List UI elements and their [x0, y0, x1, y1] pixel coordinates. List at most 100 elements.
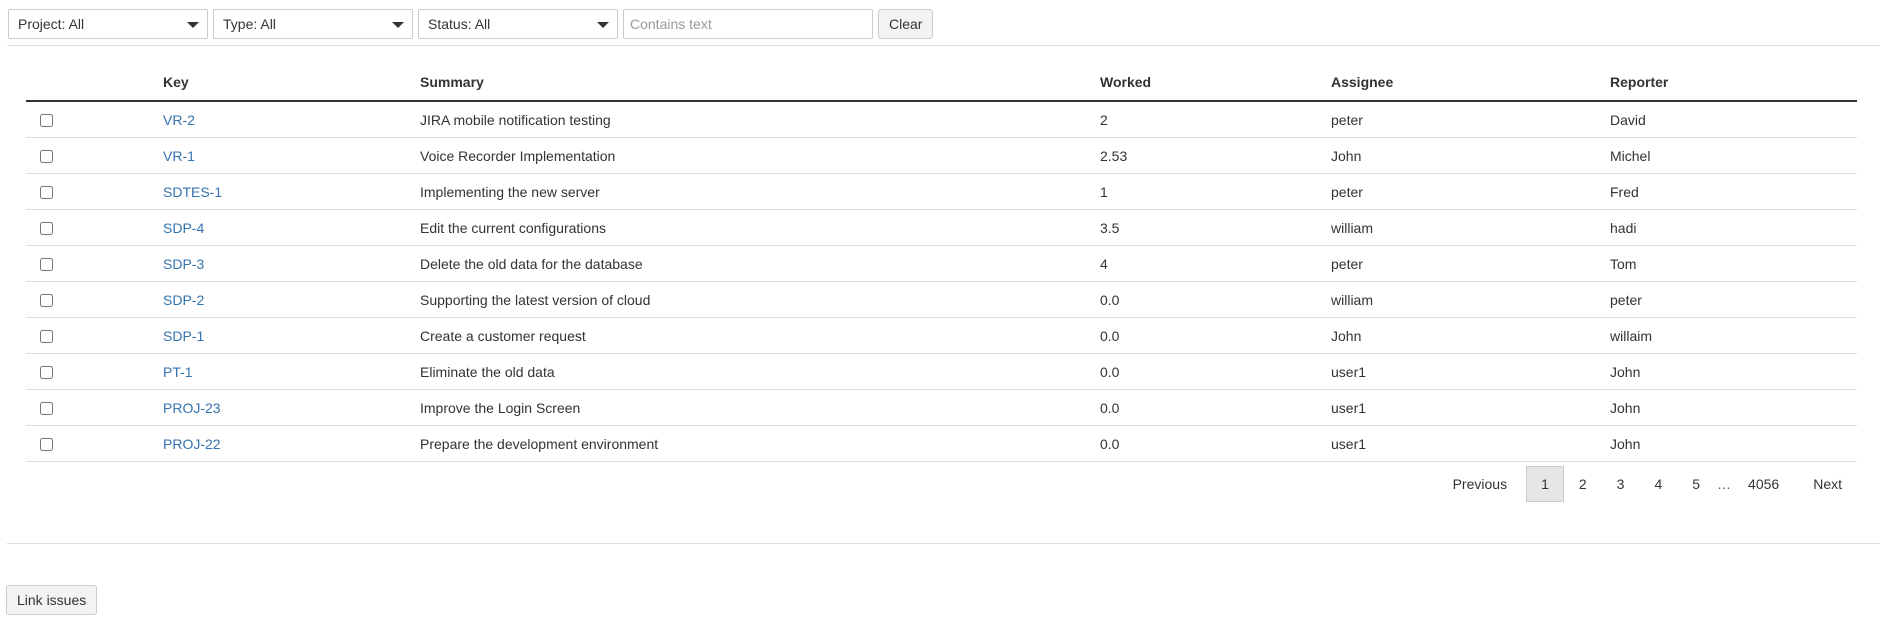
reporter-cell: hadi — [1610, 209, 1857, 246]
key-cell: SDP-3 — [163, 245, 420, 282]
assignee-cell: peter — [1331, 245, 1610, 282]
row-checkbox[interactable] — [40, 222, 53, 236]
summary-cell: Eliminate the old data — [420, 353, 1100, 390]
row-checkbox[interactable] — [40, 366, 53, 380]
chevron-down-icon — [392, 22, 404, 28]
type-filter-select[interactable]: Type: All — [213, 9, 413, 39]
status-filter-label: Status: All — [428, 16, 491, 32]
pagination: Previous 1 2 3 4 5 … 4056 Next — [1438, 466, 1857, 502]
row-select-cell — [26, 389, 163, 426]
reporter-cell: Tom — [1610, 245, 1857, 282]
issue-key-link[interactable]: SDP-4 — [163, 220, 204, 236]
worked-cell: 2 — [1100, 101, 1331, 138]
assignee-cell: user1 — [1331, 389, 1610, 426]
row-checkbox[interactable] — [40, 438, 53, 452]
summary-cell: Prepare the development environment — [420, 425, 1100, 462]
worked-cell: 0.0 — [1100, 389, 1331, 426]
key-cell: SDP-1 — [163, 317, 420, 354]
row-select-cell — [26, 137, 163, 174]
page-2-button[interactable]: 2 — [1564, 466, 1602, 502]
table-row: SDP-3 Delete the old data for the databa… — [26, 245, 1857, 282]
key-cell: VR-2 — [163, 101, 420, 138]
issue-key-link[interactable]: VR-1 — [163, 148, 195, 164]
column-header-reporter[interactable]: Reporter — [1610, 64, 1857, 102]
chevron-down-icon — [597, 22, 609, 28]
row-checkbox[interactable] — [40, 402, 53, 416]
contains-text-input[interactable] — [623, 9, 873, 39]
assignee-cell: user1 — [1331, 425, 1610, 462]
summary-cell: Supporting the latest version of cloud — [420, 281, 1100, 318]
reporter-cell: John — [1610, 425, 1857, 462]
column-header-summary[interactable]: Summary — [420, 64, 1100, 102]
worked-cell: 2.53 — [1100, 137, 1331, 174]
issues-table: Key Summary Worked Assignee Reporter VR-… — [26, 64, 1857, 462]
table-row: SDP-2 Supporting the latest version of c… — [26, 281, 1857, 318]
issue-key-link[interactable]: PROJ-22 — [163, 436, 221, 452]
key-cell: SDP-4 — [163, 209, 420, 246]
reporter-cell: John — [1610, 353, 1857, 390]
last-page-button[interactable]: 4056 — [1733, 466, 1794, 502]
key-cell: SDP-2 — [163, 281, 420, 318]
link-issues-button[interactable]: Link issues — [6, 585, 98, 615]
chevron-down-icon — [187, 22, 199, 28]
row-checkbox[interactable] — [40, 150, 53, 164]
row-checkbox[interactable] — [40, 330, 53, 344]
summary-cell: Delete the old data for the database — [420, 245, 1100, 282]
column-header-worked[interactable]: Worked — [1100, 64, 1331, 102]
row-checkbox[interactable] — [40, 294, 53, 308]
clear-button[interactable]: Clear — [878, 9, 934, 39]
issue-key-link[interactable]: VR-2 — [163, 112, 195, 128]
pagination-ellipsis: … — [1717, 476, 1732, 492]
assignee-cell: user1 — [1331, 353, 1610, 390]
summary-cell: Create a customer request — [420, 317, 1100, 354]
page-5-button[interactable]: 5 — [1677, 466, 1715, 502]
worked-cell: 0.0 — [1100, 281, 1331, 318]
page-3-button[interactable]: 3 — [1602, 466, 1640, 502]
table-header-row: Key Summary Worked Assignee Reporter — [26, 64, 1857, 102]
key-cell: PROJ-22 — [163, 425, 420, 462]
key-cell: VR-1 — [163, 137, 420, 174]
table-row: SDP-4 Edit the current configurations 3.… — [26, 209, 1857, 246]
status-filter-select[interactable]: Status: All — [418, 9, 618, 39]
row-checkbox[interactable] — [40, 186, 53, 200]
row-select-cell — [26, 245, 163, 282]
row-select-cell — [26, 209, 163, 246]
reporter-cell: John — [1610, 389, 1857, 426]
assignee-cell: peter — [1331, 101, 1610, 138]
issue-key-link[interactable]: PT-1 — [163, 364, 193, 380]
page-4-button[interactable]: 4 — [1639, 466, 1677, 502]
table-row: PROJ-23 Improve the Login Screen 0.0 use… — [26, 389, 1857, 426]
summary-cell: Improve the Login Screen — [420, 389, 1100, 426]
key-cell: PT-1 — [163, 353, 420, 390]
row-checkbox[interactable] — [40, 258, 53, 272]
page-1-button[interactable]: 1 — [1526, 466, 1564, 502]
assignee-cell: John — [1331, 317, 1610, 354]
table-row: SDP-1 Create a customer request 0.0 John… — [26, 317, 1857, 354]
row-select-cell — [26, 173, 163, 210]
filter-bar: Project: All Type: All Status: All Clear — [8, 9, 934, 39]
worked-cell: 4 — [1100, 245, 1331, 282]
column-header-key[interactable]: Key — [163, 64, 420, 102]
previous-page-button[interactable]: Previous — [1438, 466, 1522, 502]
next-page-button[interactable]: Next — [1798, 466, 1857, 502]
row-select-cell — [26, 425, 163, 462]
issue-key-link[interactable]: SDP-2 — [163, 292, 204, 308]
table-row: PROJ-22 Prepare the development environm… — [26, 425, 1857, 462]
issue-key-link[interactable]: SDP-1 — [163, 328, 204, 344]
column-header-assignee[interactable]: Assignee — [1331, 64, 1610, 102]
worked-cell: 0.0 — [1100, 317, 1331, 354]
row-checkbox[interactable] — [40, 114, 53, 128]
issue-key-link[interactable]: SDTES-1 — [163, 184, 222, 200]
reporter-cell: David — [1610, 101, 1857, 138]
project-filter-select[interactable]: Project: All — [8, 9, 208, 39]
key-cell: PROJ-23 — [163, 389, 420, 426]
bottom-divider — [7, 543, 1880, 544]
row-select-cell — [26, 281, 163, 318]
row-select-cell — [26, 101, 163, 138]
issue-key-link[interactable]: PROJ-23 — [163, 400, 221, 416]
issue-key-link[interactable]: SDP-3 — [163, 256, 204, 272]
project-filter-label: Project: All — [18, 16, 85, 32]
assignee-cell: william — [1331, 281, 1610, 318]
reporter-cell: willaim — [1610, 317, 1857, 354]
assignee-cell: william — [1331, 209, 1610, 246]
